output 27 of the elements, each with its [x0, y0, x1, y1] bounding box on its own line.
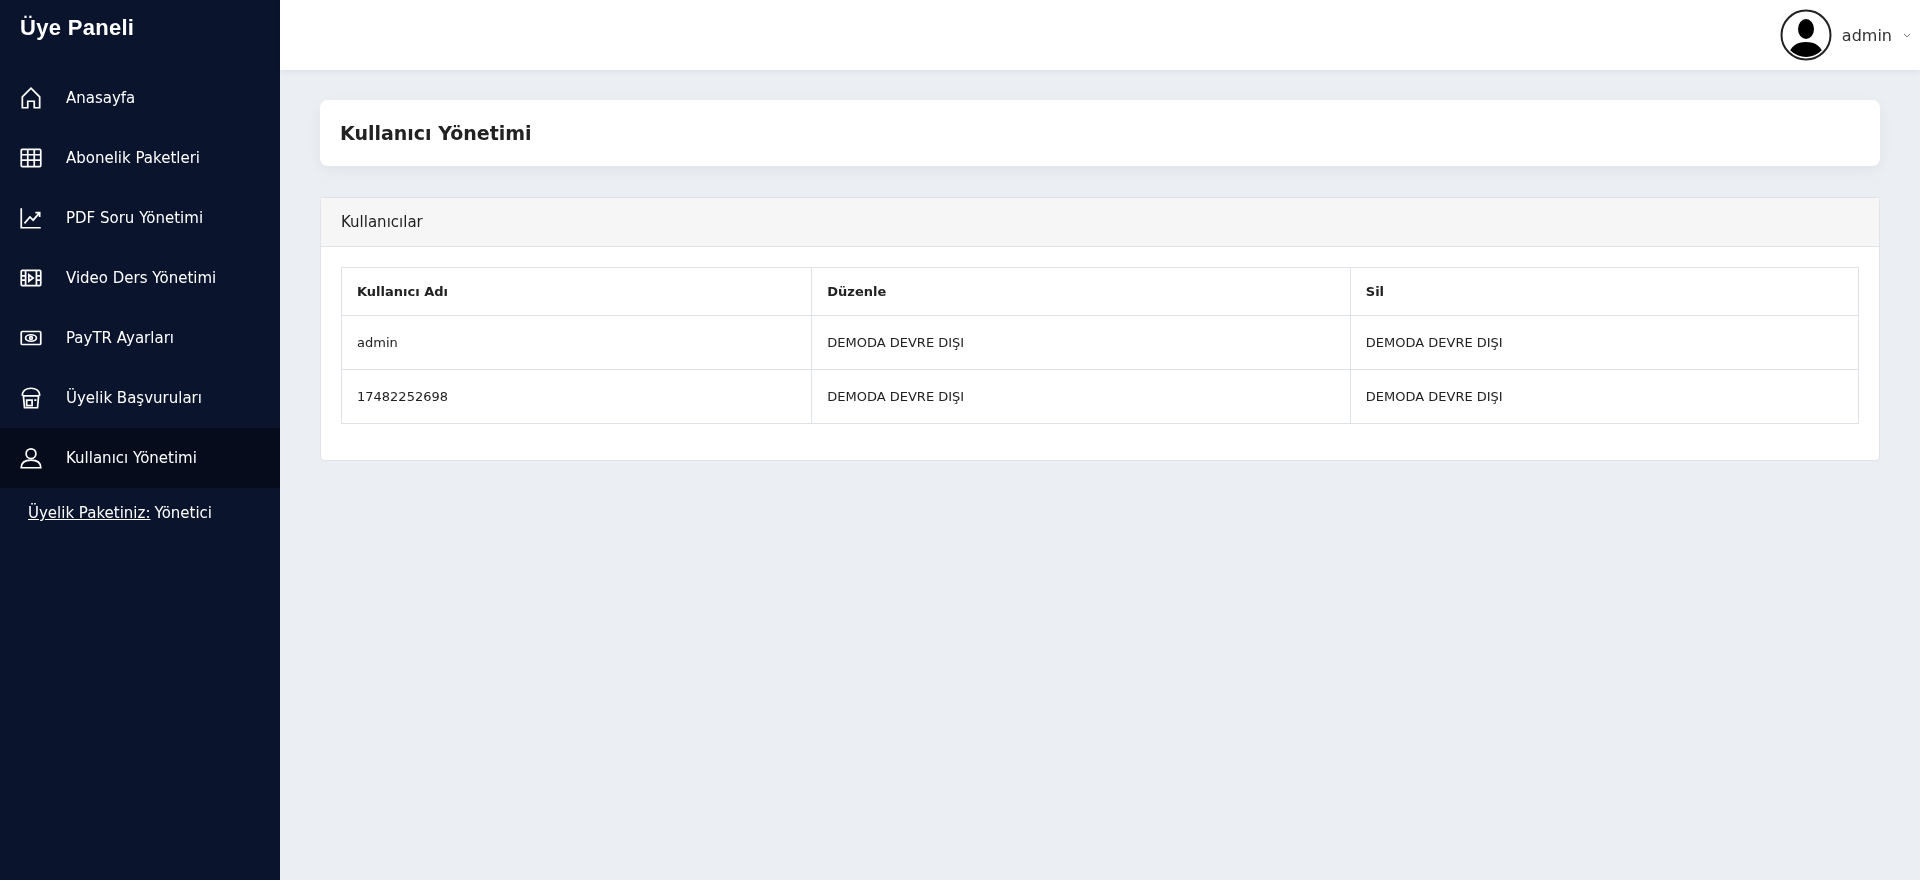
page-title: Kullanıcı Yönetimi: [340, 122, 532, 144]
column-header: Sil: [1350, 267, 1859, 316]
nav-item[interactable]: Video Ders Yönetimi: [0, 248, 280, 308]
membership-value: Yönetici: [154, 504, 212, 522]
nav-item[interactable]: PayTR Ayarları: [0, 308, 280, 368]
chart-icon: [18, 205, 44, 231]
table-cell: DEMODA DEVRE DIŞI: [1350, 315, 1859, 370]
nav-item[interactable]: Üyelik Başvuruları: [0, 368, 280, 428]
table-cell: 17482252698: [341, 369, 812, 424]
table-cell: admin: [341, 315, 812, 370]
nav-item[interactable]: Abonelik Paketleri: [0, 128, 280, 188]
table-cell: DEMODA DEVRE DIŞI: [1350, 369, 1859, 424]
nav-item[interactable]: PDF Soru Yönetimi: [0, 188, 280, 248]
user-icon: [18, 445, 44, 471]
column-header: Düzenle: [811, 267, 1351, 316]
avatar-icon: [1779, 9, 1832, 61]
column-header: Kullanıcı Adı: [341, 267, 812, 316]
nav-item[interactable]: Kullanıcı Yönetimi: [0, 428, 280, 488]
home-icon: [18, 85, 44, 111]
nav-item[interactable]: Anasayfa: [0, 68, 280, 128]
table-cell: DEMODA DEVRE DIŞI: [811, 315, 1351, 370]
table-cell: DEMODA DEVRE DIŞI: [811, 369, 1351, 424]
card-title: Kullanıcılar: [341, 213, 423, 231]
grid-icon: [18, 145, 44, 171]
membership-link[interactable]: Üyelik Paketiniz:: [28, 504, 151, 522]
sidebar-title: Üye Paneli: [20, 15, 135, 41]
user-menu[interactable]: admin: [1779, 9, 1912, 61]
